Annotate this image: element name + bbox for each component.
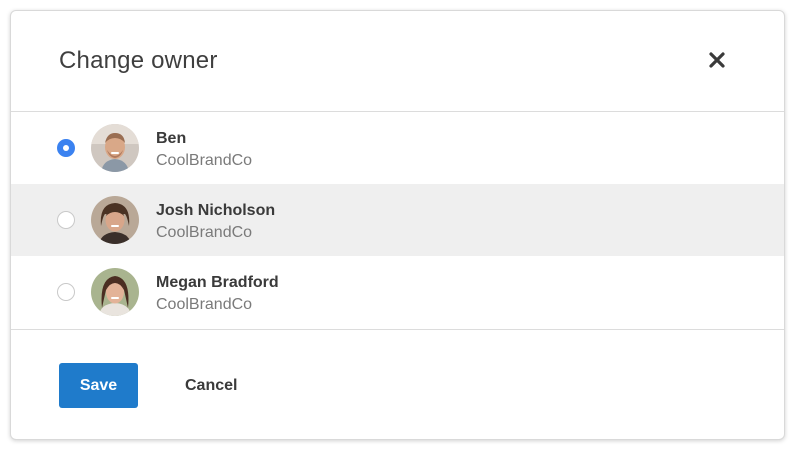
dialog-title: Change owner	[59, 47, 218, 74]
owner-row-megan-bradford[interactable]: Megan Bradford CoolBrandCo	[11, 256, 784, 328]
owner-name: Josh Nicholson	[156, 202, 276, 219]
owner-radio-ben[interactable]	[57, 139, 75, 157]
owner-row-ben[interactable]: Ben CoolBrandCo	[11, 112, 784, 184]
cancel-button[interactable]: Cancel	[171, 363, 251, 408]
dialog-footer: Save Cancel	[11, 329, 784, 439]
owner-name: Megan Bradford	[156, 274, 279, 291]
close-icon	[709, 52, 725, 68]
owner-name: Ben	[156, 130, 187, 147]
owner-company: CoolBrandCo	[156, 224, 253, 241]
owner-company: CoolBrandCo	[156, 296, 253, 313]
owner-radio-megan-bradford[interactable]	[57, 283, 75, 301]
owner-radio-josh-nicholson[interactable]	[57, 211, 75, 229]
close-button[interactable]	[706, 49, 728, 71]
dialog-header: Change owner	[11, 11, 784, 112]
avatar-josh-nicholson	[91, 196, 139, 244]
avatar-megan-bradford	[91, 268, 139, 316]
owner-company: CoolBrandCo	[156, 152, 253, 169]
save-button[interactable]: Save	[59, 363, 138, 408]
owner-list: Ben CoolBrandCo Josh Nicholson CoolBrand…	[11, 112, 784, 328]
avatar-ben	[91, 124, 139, 172]
owner-row-josh-nicholson[interactable]: Josh Nicholson CoolBrandCo	[11, 184, 784, 256]
change-owner-dialog: Change owner Ben CoolBrandCo Josh Nichol…	[10, 10, 785, 440]
